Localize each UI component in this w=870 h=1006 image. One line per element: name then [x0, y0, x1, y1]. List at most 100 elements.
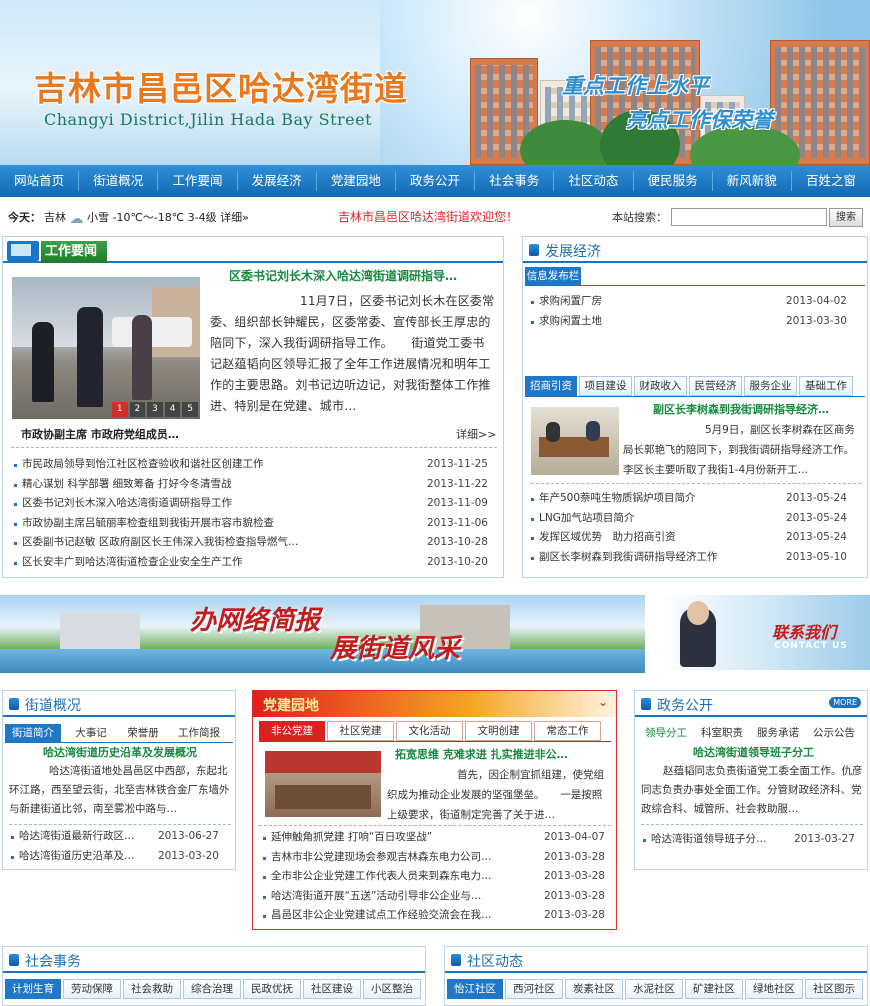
tab-promise[interactable]: 服务承诺: [755, 724, 801, 742]
overview-list: 哈达湾街道最新行政区… 2013-06-27 哈达湾街道历史沿革及… 2013-03…: [9, 827, 219, 866]
tab-labor[interactable]: 劳动保障: [63, 979, 121, 999]
tab-xihe[interactable]: 西河社区: [505, 979, 563, 999]
tab-honors[interactable]: 荣誉册: [121, 724, 165, 742]
list-item[interactable]: 市政协副主席吕毓丽率检查组到我街开展市容市貌检查 2013-11-06: [12, 514, 488, 534]
tab-investment[interactable]: 招商引资: [525, 376, 577, 396]
slogan-1: 重点工作上水平: [562, 74, 709, 98]
list-item[interactable]: 副区长李树森到我街调研指导经济工作 2013-05-10: [529, 548, 847, 568]
nav-gov[interactable]: 政务公开: [396, 165, 474, 197]
list-item[interactable]: 哈达湾街道最新行政区… 2013-06-27: [9, 827, 219, 847]
section-icon: [451, 954, 461, 966]
party-photo[interactable]: [265, 751, 381, 817]
tab-revenue[interactable]: 财政收入: [634, 376, 687, 396]
economy-headline[interactable]: 副区长李树森到我街调研指导经济…: [653, 401, 829, 417]
tab-intro[interactable]: 街道简介: [5, 724, 61, 742]
chevron-down-icon[interactable]: ⌄: [598, 695, 608, 709]
nav-home[interactable]: 网站首页: [0, 165, 78, 197]
list-item[interactable]: 区委书记刘长木深入哈达湾街道调研指导工作 2013-11-09: [12, 494, 488, 514]
list-item[interactable]: LNG加气站项目简介 2013-05-24: [529, 509, 847, 529]
tab-service[interactable]: 服务企业: [744, 376, 797, 396]
list-item[interactable]: 延伸触角抓党建 打响“百日攻坚战” 2013-04-07: [261, 828, 605, 848]
list-item[interactable]: 市民政局领导到怡江社区检查验收和谐社区创建工作 2013-11-25: [12, 455, 488, 475]
list-item[interactable]: 哈达湾街道历史沿革及… 2013-03-20: [9, 847, 219, 867]
community-title: 社区动态: [467, 954, 523, 970]
tab-civil[interactable]: 文明创建: [465, 721, 532, 741]
info-list: 求购闲置厂房 2013-04-02 求购闲置土地 2013-03-30: [529, 292, 847, 331]
contact-subtitle: CONTACT US: [774, 641, 848, 651]
tab-tansu[interactable]: 炭素社区: [565, 979, 623, 999]
tab-basic[interactable]: 基础工作: [799, 376, 853, 396]
tab-routine[interactable]: 常态工作: [534, 721, 601, 741]
weather-detail-link[interactable]: 详细»: [220, 211, 249, 224]
tab-kuangjian[interactable]: 矿建社区: [685, 979, 743, 999]
tab-lvdi[interactable]: 绿地社区: [745, 979, 803, 999]
tab-events[interactable]: 大事记: [69, 724, 113, 742]
tab-private[interactable]: 民营经济: [689, 376, 742, 396]
list-item[interactable]: 区委副书记赵敏 区政府副区长王伟深入我街检查指导燃气… 2013-10-28: [12, 533, 488, 553]
tab-nonpublic[interactable]: 非公党建: [259, 721, 325, 741]
overview-headline[interactable]: 哈达湾街道历史沿革及发展概况: [43, 744, 197, 760]
tab-map[interactable]: 社区图示: [805, 979, 863, 999]
nav-news[interactable]: 工作要闻: [158, 165, 236, 197]
list-item[interactable]: 求购闲置厂房 2013-04-02: [529, 292, 847, 312]
tab-leaders[interactable]: 领导分工: [643, 724, 689, 742]
tab-community-party[interactable]: 社区党建: [327, 721, 394, 741]
list-item[interactable]: 精心谋划 科学部署 细致筹备 打好今冬清雪战 2013-11-22: [12, 475, 488, 495]
tab-culture[interactable]: 文化活动: [396, 721, 463, 741]
slide-page-4[interactable]: 4: [164, 402, 181, 417]
list-item[interactable]: 哈达湾街道开展“五送”活动引导非公企业与… 2013-03-28: [261, 887, 605, 907]
list-item[interactable]: 区长安丰广到哈达湾街道检查企业安全生产工作 2013-10-20: [12, 553, 488, 573]
search-input[interactable]: [671, 208, 827, 226]
tab-yijiang[interactable]: 怡江社区: [447, 979, 503, 999]
tab-relief[interactable]: 社会救助: [123, 979, 181, 999]
nav-social[interactable]: 社会事务: [475, 165, 553, 197]
nav-style[interactable]: 新风新貌: [713, 165, 791, 197]
slide-page-3[interactable]: 3: [147, 402, 163, 417]
search-button[interactable]: 搜索: [829, 208, 863, 227]
nav-economy[interactable]: 发展经济: [238, 165, 316, 197]
contact-banner[interactable]: 联系我们 CONTACT US: [660, 595, 870, 670]
tab-duties[interactable]: 科室职责: [699, 724, 745, 742]
tab-civil-affairs[interactable]: 民政优抚: [243, 979, 301, 999]
news-photo[interactable]: 1 2 3 4 5: [12, 277, 200, 419]
photo-caption[interactable]: 市政协副主席 市政府党组成员…: [21, 426, 179, 442]
tab-briefs[interactable]: 工作简报: [173, 724, 225, 742]
tab-projects[interactable]: 项目建设: [579, 376, 632, 396]
list-item[interactable]: 求购闲置土地 2013-03-30: [529, 312, 847, 332]
slide-page-2[interactable]: 2: [129, 402, 146, 417]
nav-window[interactable]: 百姓之窗: [792, 165, 870, 197]
slide-page-1[interactable]: 1: [112, 402, 128, 417]
tab-community-building[interactable]: 社区建设: [303, 979, 361, 999]
gov-headline[interactable]: 哈达湾街道领导班子分工: [693, 744, 814, 760]
list-item[interactable]: 年产500萘吨生物质锅炉项目简介 2013-05-24: [529, 489, 847, 509]
list-item[interactable]: 昌邑区非公企业党建试点工作经验交流会在我… 2013-03-28: [261, 906, 605, 926]
nav-party[interactable]: 党建园地: [317, 165, 395, 197]
party-headline[interactable]: 拓宽思维 克难求进 扎实推进非公…: [395, 746, 568, 762]
nav-service[interactable]: 便民服务: [634, 165, 712, 197]
nav-overview[interactable]: 街道概况: [79, 165, 157, 197]
community-header: 社区动态: [445, 947, 867, 973]
news-more-link[interactable]: 详细>>: [456, 426, 496, 442]
gov-more-button[interactable]: MORE: [829, 697, 861, 708]
tab-governance[interactable]: 综合治理: [183, 979, 241, 999]
party-list: 延伸触角抓党建 打响“百日攻坚战” 2013-04-07 吉林市非公党建现场会参观…: [261, 828, 605, 926]
tab-info[interactable]: 信息发布栏: [525, 267, 581, 285]
overview-header: 街道概况: [3, 691, 235, 717]
promo-banner[interactable]: 办网络简报 展街道风采: [0, 595, 645, 673]
list-item[interactable]: 全市非公企业党建工作代表人员来到森东电力… 2013-03-28: [261, 867, 605, 887]
gov-summary: 赵蕴韬同志负责街道党工委全面工作。仇彦同志负责办事处全面工作。分管财政经济科、党…: [641, 765, 863, 815]
tab-notices[interactable]: 公示公告: [811, 724, 857, 742]
news-list: 市民政局领导到怡江社区检查验收和谐社区创建工作 2013-11-25 精心谋划 科…: [12, 455, 488, 572]
list-item[interactable]: 发挥区域优势 助力招商引资 2013-05-24: [529, 528, 847, 548]
economy-photo[interactable]: [531, 407, 619, 475]
list-item[interactable]: 哈达湾街道领导班子分… 2013-03-27: [641, 830, 855, 850]
nav-community[interactable]: 社区动态: [554, 165, 632, 197]
slide-page-5[interactable]: 5: [182, 402, 198, 417]
social-title: 社会事务: [25, 954, 81, 970]
tab-renovation[interactable]: 小区整治: [363, 979, 421, 999]
tab-family-planning[interactable]: 计划生育: [5, 979, 61, 999]
list-item[interactable]: 吉林市非公党建现场会参观吉林森东电力公司… 2013-03-28: [261, 848, 605, 868]
news-headline[interactable]: 区委书记刘长木深入哈达湾街道调研指导…: [229, 267, 457, 284]
tab-shuini[interactable]: 水泥社区: [625, 979, 683, 999]
party-tabs: 非公党建 社区党建 文化活动 文明创建 常态工作: [259, 721, 611, 741]
